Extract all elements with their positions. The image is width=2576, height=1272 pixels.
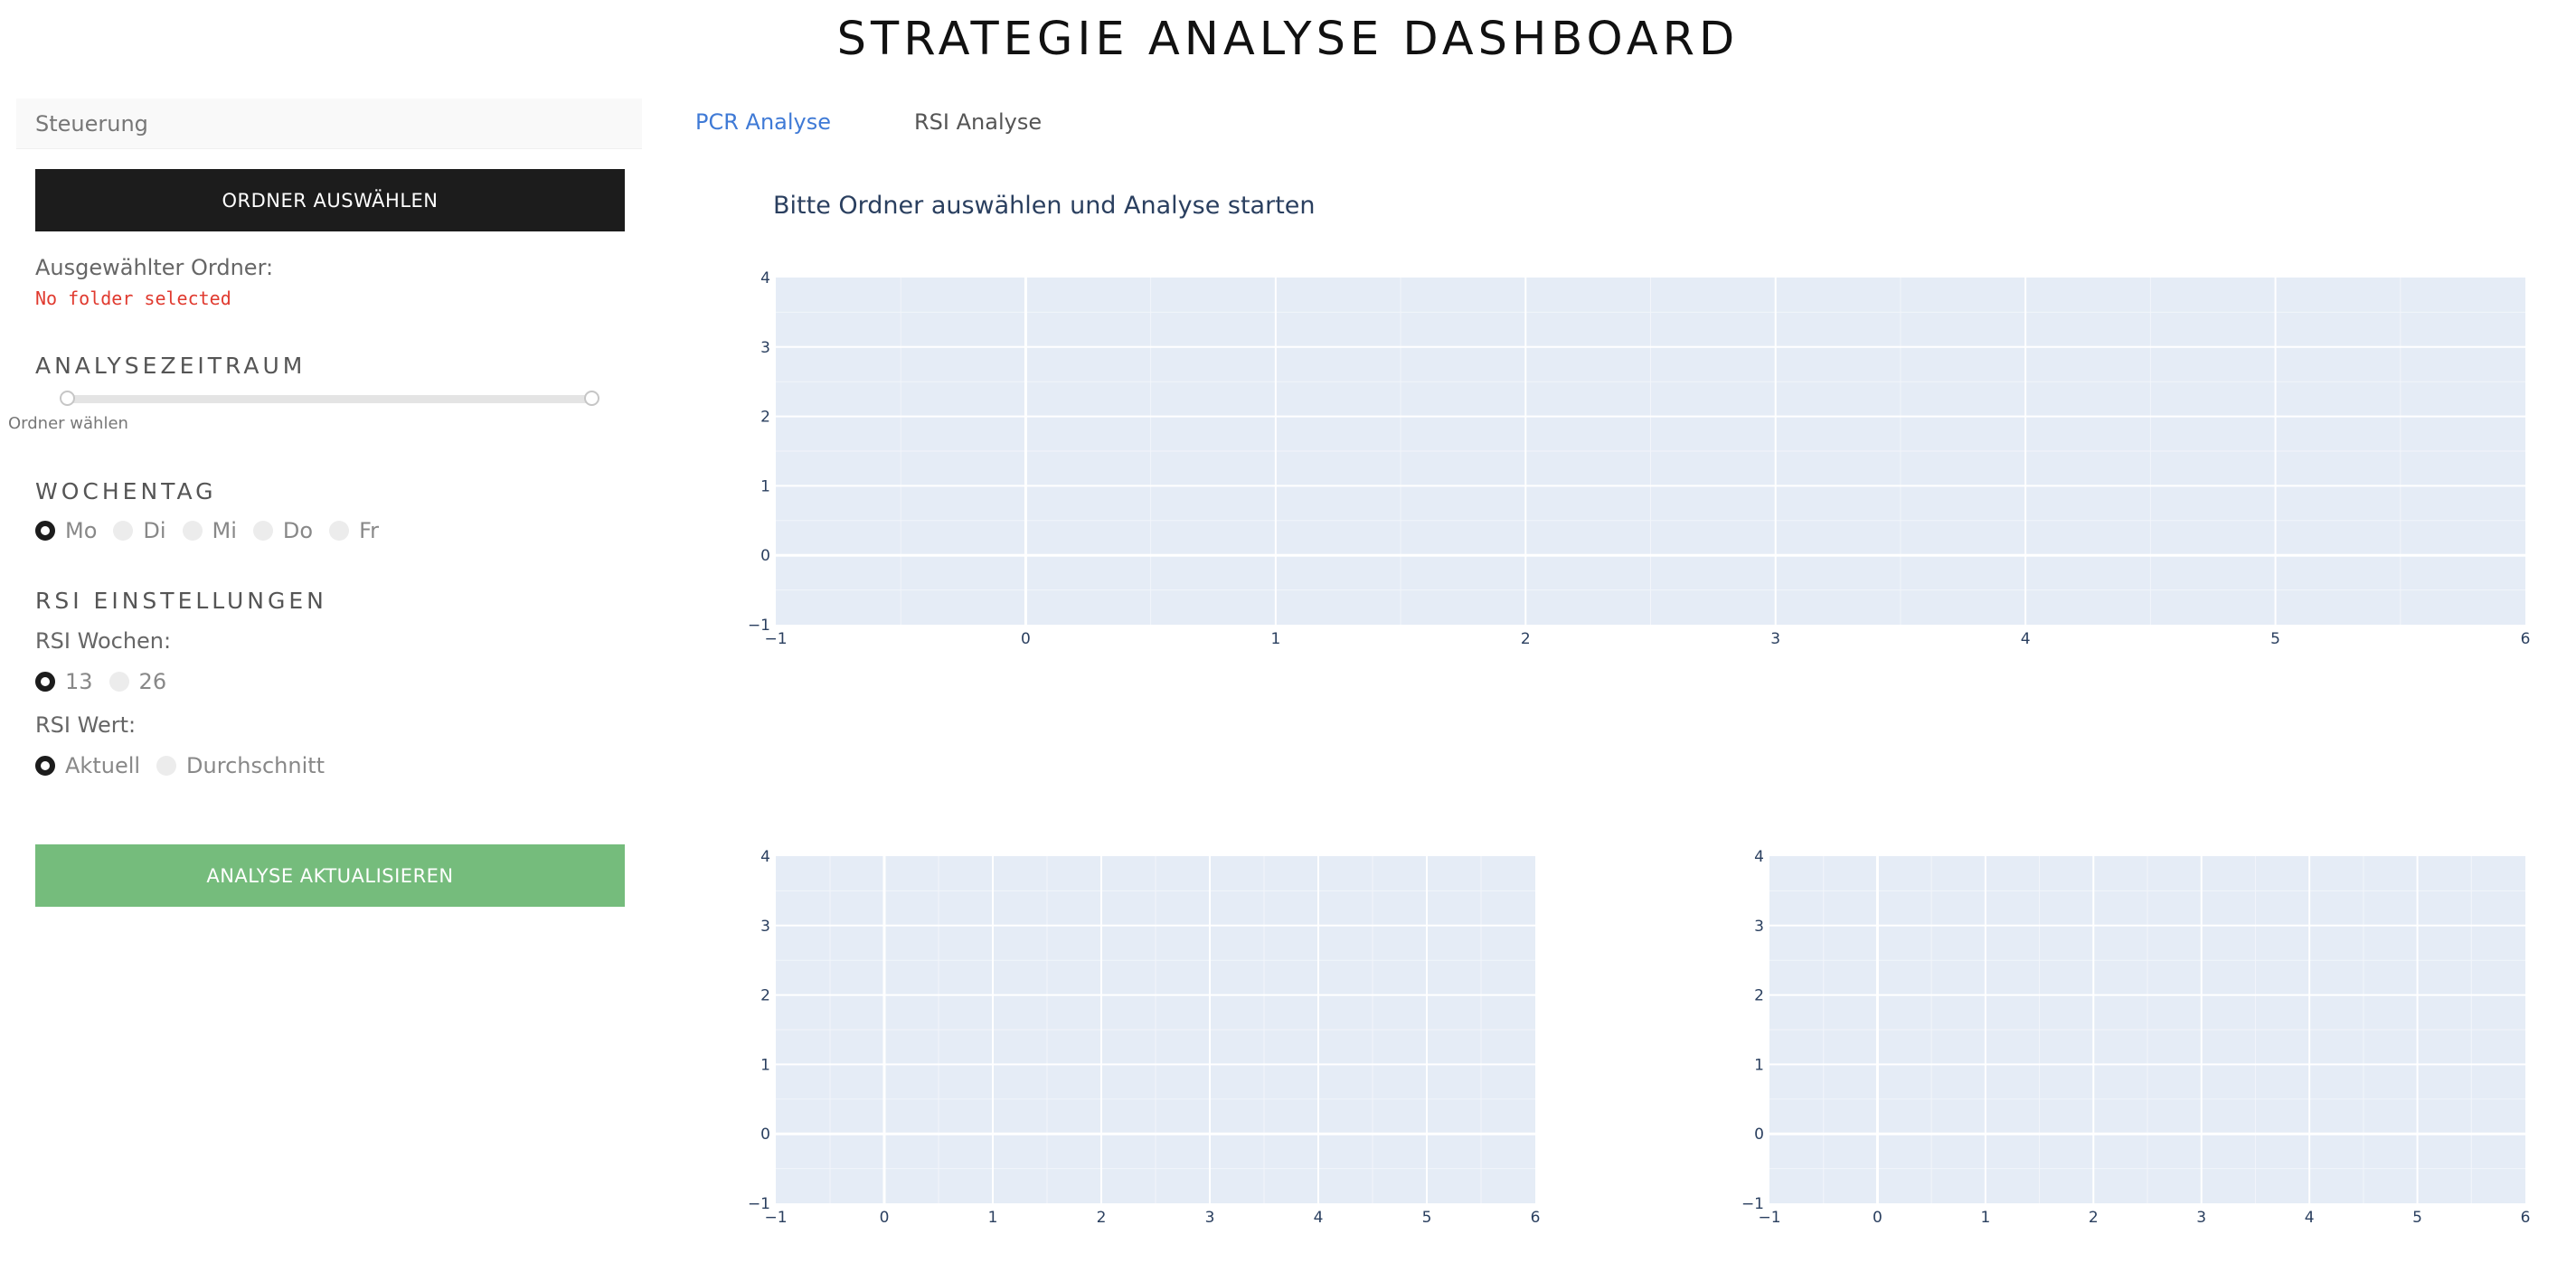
x-tick-label: 6 <box>2521 630 2531 648</box>
y-tick-label: 1 <box>760 477 770 495</box>
y-tick-label: 0 <box>1754 1126 1764 1144</box>
x-tick-label: 0 <box>880 1209 890 1227</box>
main-chart[interactable]: −1 0 1 2 3 4 5 6−101234−1 0 1 2 3 4 5 6−101234−1 0 1 2 3 4 5… <box>0 0 2576 1272</box>
y-tick-label: 0 <box>760 547 770 565</box>
pcr-chart-right[interactable]: −1 0 1 2 3 4 5 6−101234 <box>1741 848 2530 1227</box>
x-tick-label: 6 <box>1531 1209 1541 1227</box>
y-tick-label: 0 <box>760 1126 770 1144</box>
y-tick-label: 1 <box>760 1056 770 1074</box>
x-tick-label: 3 <box>1205 1209 1215 1227</box>
x-tick-label: 5 <box>2412 1209 2422 1227</box>
x-tick-label: 2 <box>2089 1209 2099 1227</box>
x-tick-label: 2 <box>1521 630 1531 648</box>
x-tick-label: 4 <box>2305 1209 2315 1227</box>
pcr-chart-left[interactable]: −1 0 1 2 3 4 5 6−101234 <box>748 848 1540 1227</box>
y-tick-label: 2 <box>1754 987 1764 1005</box>
x-tick-label: 0 <box>1021 630 1031 648</box>
x-tick-label: 4 <box>2021 630 2031 648</box>
x-tick-label: 0 <box>1873 1209 1882 1227</box>
x-tick-label: 4 <box>1314 1209 1324 1227</box>
x-tick-label: 1 <box>1980 1209 1990 1227</box>
y-tick-label: −1 <box>748 617 770 635</box>
y-tick-label: 2 <box>760 987 770 1005</box>
y-tick-label: −1 <box>748 1195 770 1213</box>
y-tick-label: 1 <box>1754 1056 1764 1074</box>
x-tick-label: 5 <box>1422 1209 1432 1227</box>
x-tick-label: 6 <box>2521 1209 2531 1227</box>
x-tick-label: 2 <box>1097 1209 1107 1227</box>
y-tick-label: −1 <box>1741 1195 1764 1213</box>
x-tick-label: 1 <box>988 1209 998 1227</box>
y-tick-label: 3 <box>760 918 770 936</box>
pcr-main-chart[interactable]: −1 0 1 2 3 4 5 6−101234 <box>748 269 2530 648</box>
x-tick-label: 3 <box>1770 630 1780 648</box>
y-tick-label: 4 <box>760 848 770 866</box>
x-tick-label: 3 <box>2196 1209 2206 1227</box>
y-tick-label: 4 <box>760 269 770 287</box>
y-tick-label: 3 <box>760 339 770 357</box>
x-tick-label: 5 <box>2270 630 2280 648</box>
x-tick-label: 1 <box>1270 630 1280 648</box>
y-tick-label: 2 <box>760 409 770 427</box>
y-tick-label: 4 <box>1754 848 1764 866</box>
y-tick-label: 3 <box>1754 918 1764 936</box>
